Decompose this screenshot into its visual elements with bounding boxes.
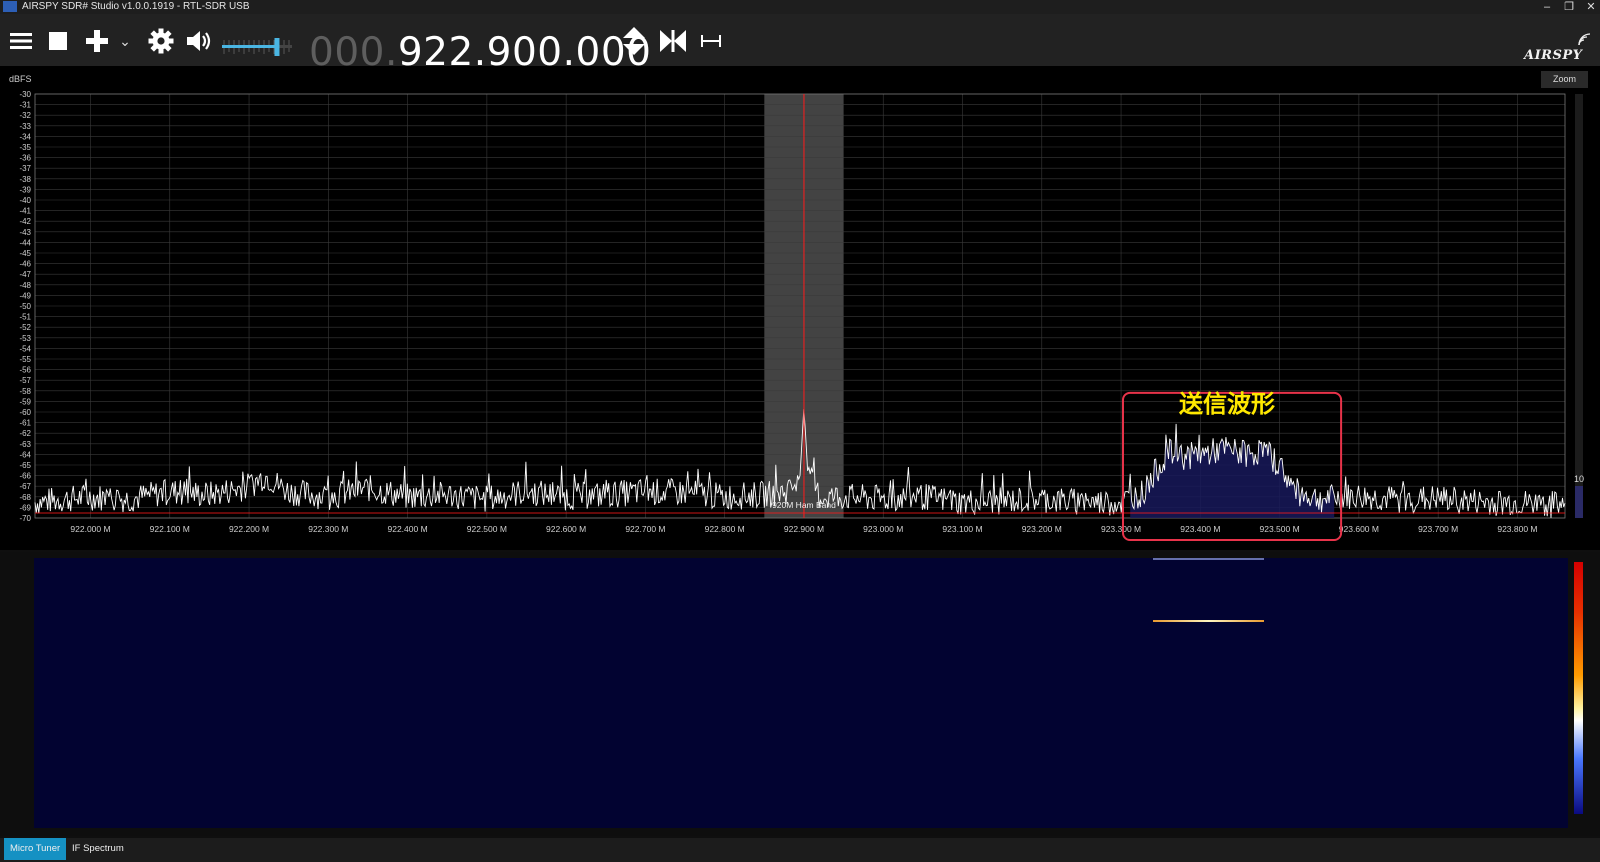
y-tick-label: -40 <box>19 196 31 205</box>
y-tick-label: -31 <box>19 101 31 110</box>
zoom-button[interactable]: Zoom <box>1541 71 1588 88</box>
waterfall-signal-trace <box>1152 620 1264 622</box>
airspy-logo: AIRSPY <box>1524 48 1582 63</box>
volume-slider[interactable] <box>222 32 292 62</box>
y-tick-label: -34 <box>19 132 31 141</box>
tab-if-spectrum[interactable]: IF Spectrum <box>66 838 130 860</box>
y-tick-label: -48 <box>19 281 31 290</box>
spectrum-plot[interactable]: -30 -31-32 -33-34 -35 -36-37 -38-39 -40 -41-42 -… <box>0 66 1600 550</box>
y-tick-label: -33 <box>19 122 31 131</box>
toolbar: ⌄ 000.922.900.000 AIRSPY <box>0 14 1600 75</box>
y-tick-label: -67 <box>19 482 31 491</box>
y-tick-label: -38 <box>19 175 31 184</box>
waterfall-color-scale <box>1574 562 1583 814</box>
y-tick-label: -39 <box>19 185 31 194</box>
y-tick-label: -49 <box>19 291 31 300</box>
x-tick-label: 923.600 M <box>1339 524 1379 534</box>
speaker-icon[interactable] <box>184 26 216 56</box>
y-tick-label: -63 <box>19 440 31 449</box>
side-level <box>1575 486 1583 518</box>
y-tick-label: -32 <box>19 111 31 120</box>
y-tick-label: -54 <box>19 344 31 353</box>
y-tick-label: -47 <box>19 270 31 279</box>
y-tick-label: -50 <box>19 302 31 311</box>
y-tick-label: -57 <box>19 376 31 385</box>
x-tick-label: 922.100 M <box>150 524 190 534</box>
span-icon[interactable] <box>698 26 724 56</box>
x-tick-label: 922.600 M <box>546 524 586 534</box>
y-tick-label: -41 <box>19 207 31 216</box>
x-tick-label: 922.200 M <box>229 524 269 534</box>
x-tick-label: 922.700 M <box>625 524 665 534</box>
x-tick-label: 922.400 M <box>388 524 428 534</box>
x-tick-label: 923.000 M <box>863 524 903 534</box>
stop-icon[interactable] <box>45 26 71 56</box>
x-tick-label: 923.400 M <box>1180 524 1220 534</box>
waterfall-area[interactable] <box>34 558 1568 828</box>
y-tick-label: -64 <box>19 450 31 459</box>
up-down-arrow-icon[interactable] <box>620 26 648 56</box>
y-tick-label: -58 <box>19 387 31 396</box>
y-tick-label: -43 <box>19 228 31 237</box>
y-tick-label: -65 <box>19 461 31 470</box>
y-tick-label: -61 <box>19 419 31 428</box>
y-tick-label: -30 <box>19 90 31 99</box>
y-tick-label: -69 <box>19 503 31 512</box>
x-tick-label: 922.000 M <box>70 524 110 534</box>
volume-fill <box>222 45 277 48</box>
x-tick-label: 922.300 M <box>308 524 348 534</box>
y-tick-label: -70 <box>19 514 31 523</box>
y-tick-label: -55 <box>19 355 31 364</box>
wireless-signal-icon <box>1578 33 1591 46</box>
x-tick-label: 923.200 M <box>1022 524 1062 534</box>
x-tick-label: 923.700 M <box>1418 524 1458 534</box>
spectrum-analyzer[interactable]: -30 -31 -32 -33 -34 -35 -36 -37 -38 -39 -40 -41 -42 -… <box>0 66 1600 550</box>
logo-text: AIRSPY <box>1524 48 1583 63</box>
y-tick-label: -66 <box>19 472 31 481</box>
dbfs-axis-label: dBFS <box>9 74 32 84</box>
y-tick-label: -68 <box>19 493 31 502</box>
volume-knob <box>274 38 280 56</box>
side-value: 10 <box>1574 474 1584 484</box>
y-tick-label: -36 <box>19 154 31 163</box>
x-tick-label: 923.100 M <box>942 524 982 534</box>
y-tick-label: -53 <box>19 334 31 343</box>
app-icon <box>3 1 17 12</box>
minimize-button[interactable]: – <box>1540 0 1554 14</box>
tab-micro-tuner[interactable]: Micro Tuner <box>4 838 67 860</box>
transmit-waveform-annotation: 送信波形 <box>1179 390 1276 418</box>
y-tick-label: -42 <box>19 217 31 226</box>
x-tick-label: 922.500 M <box>467 524 507 534</box>
close-button[interactable]: ✕ <box>1584 0 1598 14</box>
y-tick-label: -60 <box>19 408 31 417</box>
restore-button[interactable]: ❐ <box>1562 0 1576 14</box>
x-tick-label: 923.300 M <box>1101 524 1141 534</box>
x-tick-label: 922.900 M <box>784 524 824 534</box>
y-tick-label: -52 <box>19 323 31 332</box>
window-title: AIRSPY SDR# Studio v1.0.0.1919 - RTL-SDR… <box>22 1 250 12</box>
waterfall-display[interactable] <box>0 552 1600 836</box>
y-tick-label: -59 <box>19 397 31 406</box>
gear-icon[interactable] <box>146 26 176 56</box>
x-tick-label: 923.500 M <box>1260 524 1300 534</box>
y-tick-label: -51 <box>19 313 31 322</box>
x-tick-label: 923.800 M <box>1497 524 1537 534</box>
y-tick-label: -62 <box>19 429 31 438</box>
status-bar: Micro Tuner IF Spectrum <box>0 838 1600 862</box>
y-tick-label: -44 <box>19 238 31 247</box>
title-bar: AIRSPY SDR# Studio v1.0.0.1919 - RTL-SDR… <box>0 0 1600 14</box>
snap-center-icon[interactable] <box>658 26 688 56</box>
band-label: 920M Ham Band <box>772 500 836 510</box>
plus-icon[interactable] <box>84 26 110 56</box>
waterfall-signal-trace-top <box>1152 558 1264 560</box>
side-scrollbar <box>1575 94 1583 518</box>
y-tick-label: -56 <box>19 366 31 375</box>
y-tick-label: -35 <box>19 143 31 152</box>
x-tick-label: 922.800 M <box>705 524 745 534</box>
y-tick-label: -46 <box>19 260 31 269</box>
add-dropdown-chevron-icon[interactable]: ⌄ <box>118 26 132 56</box>
y-tick-label: -45 <box>19 249 31 258</box>
hamburger-menu-icon[interactable] <box>8 26 34 56</box>
y-tick-label: -37 <box>19 164 31 173</box>
